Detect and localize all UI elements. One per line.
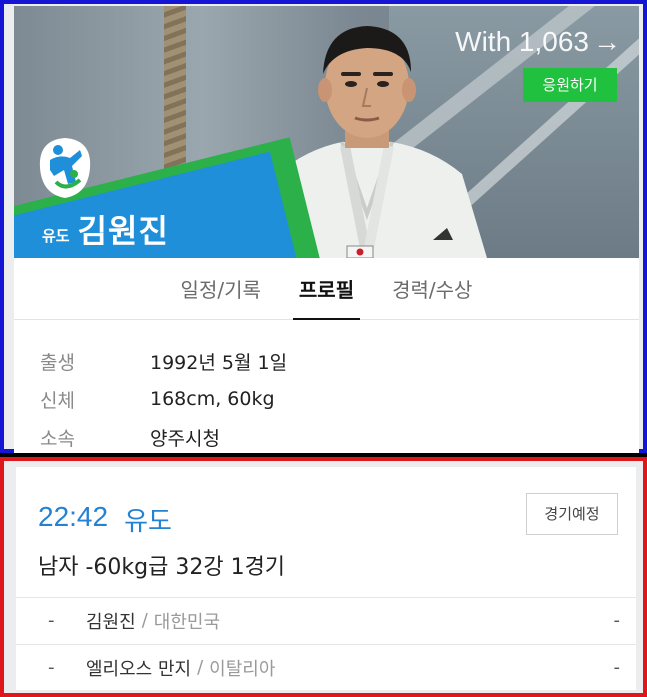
competitor-row[interactable]: - 김원진 / 대한민국 - — [16, 597, 636, 643]
supporters-count-link[interactable]: With 1,063 → — [455, 26, 621, 58]
info-row-body: 신체 168cm, 60kg — [40, 380, 620, 418]
profile-info-list: 출생 1992년 5월 1일 신체 168cm, 60kg 소속 양주시청 — [40, 342, 620, 456]
competitor-name: 엘리오스 만지 — [86, 658, 192, 680]
tab-profile[interactable]: 프로필 — [292, 258, 361, 320]
info-row-affiliation: 소속 양주시청 — [40, 418, 620, 456]
match-time: 22:42 — [38, 501, 109, 532]
tab-schedule-records[interactable]: 일정/기록 — [179, 258, 263, 320]
info-label: 출생 — [40, 351, 75, 374]
profile-tabs: 일정/기록 프로필 경력/수상 — [14, 258, 639, 320]
competitor-row[interactable]: - 엘리오스 만지 / 이탈리아 - — [16, 644, 636, 690]
competitor-score-left: - — [48, 657, 55, 678]
info-value: 양주시청 — [150, 427, 220, 450]
athlete-profile-card: 유도 김원진 With 1,063 → 응원하기 일정/기록 프로필 경력/수상… — [14, 6, 639, 453]
match-header: 22:42 유도 — [38, 501, 172, 538]
info-label: 신체 — [40, 389, 75, 412]
bottom-panel-frame: 22:42 유도 경기예정 남자 -60kg급 32강 1경기 - 김원진 / … — [0, 457, 647, 697]
athlete-sport-label: 유도 — [42, 227, 70, 245]
cheer-button[interactable]: 응원하기 — [523, 68, 617, 102]
arrow-right-icon: → — [593, 26, 621, 57]
competitor-name: 김원진 — [86, 611, 136, 633]
competitor-separator: / — [197, 657, 204, 678]
match-sport: 유도 — [124, 507, 172, 537]
match-status-button[interactable]: 경기예정 — [526, 493, 618, 535]
competitor-score-right: - — [613, 657, 621, 678]
competitor-score-left: - — [48, 610, 55, 631]
match-title: 남자 -60kg급 32강 1경기 — [38, 555, 286, 580]
info-value: 1992년 5월 1일 — [150, 351, 288, 374]
competitor-country: 이탈리아 — [209, 658, 276, 680]
athlete-name-block: 유도 김원진 — [42, 206, 169, 252]
info-value: 168cm, 60kg — [150, 388, 275, 410]
info-row-birth: 출생 1992년 5월 1일 — [40, 342, 620, 380]
competitor-separator: / — [141, 610, 148, 631]
athlete-name: 김원진 — [77, 212, 169, 250]
athlete-hero-banner: 유도 김원진 With 1,063 → 응원하기 — [14, 6, 639, 258]
supporters-count-text: With 1,063 — [455, 26, 589, 57]
match-card[interactable]: 22:42 유도 경기예정 남자 -60kg급 32강 1경기 - 김원진 / … — [16, 467, 636, 690]
judo-pictogram-icon — [39, 138, 91, 198]
tab-career-awards[interactable]: 경력/수상 — [390, 258, 474, 320]
competitor-score-right: - — [613, 610, 621, 631]
competitor-country: 대한민국 — [153, 611, 221, 633]
top-panel-frame: 유도 김원진 With 1,063 → 응원하기 일정/기록 프로필 경력/수상… — [0, 0, 647, 453]
info-label: 소속 — [40, 427, 75, 450]
